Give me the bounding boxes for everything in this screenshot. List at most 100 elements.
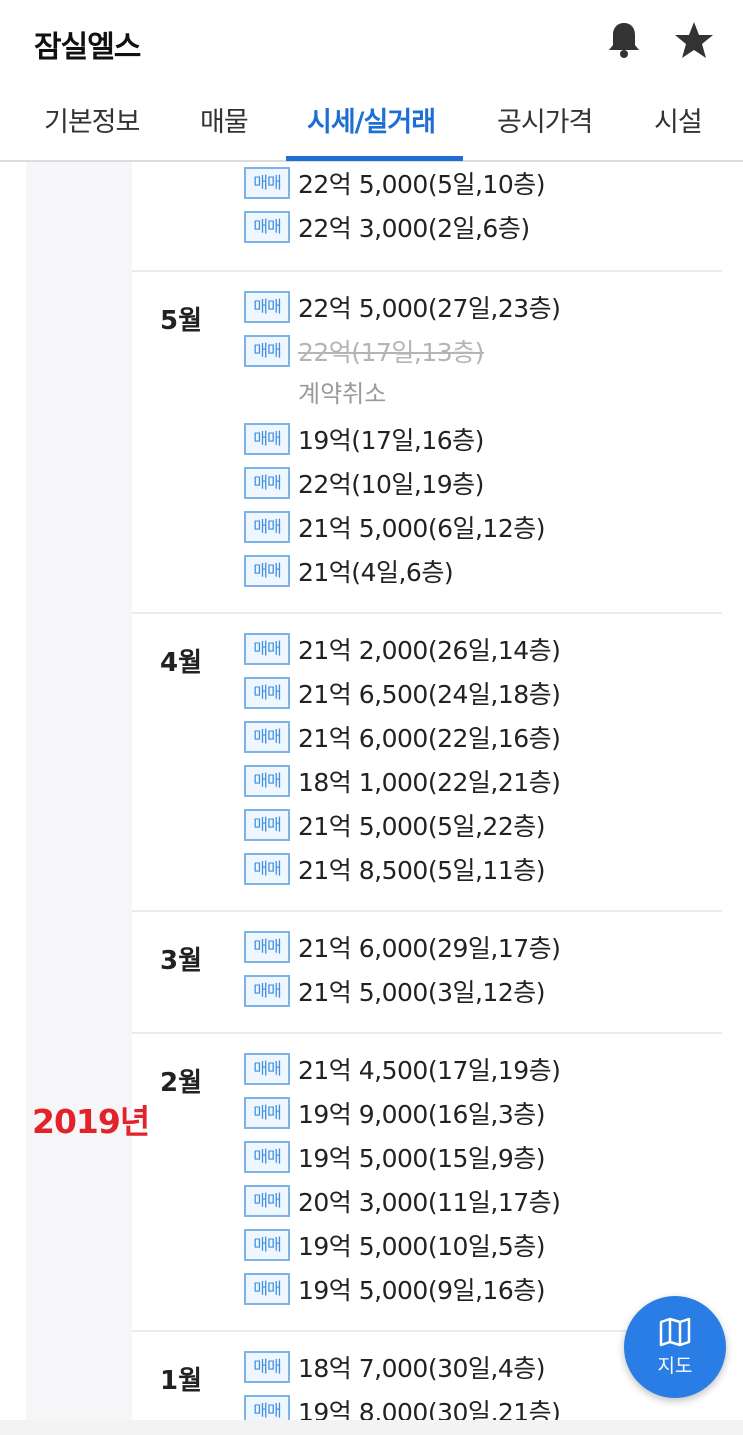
month-label: 3월 [160, 946, 203, 976]
trade-type-badge: 매매 [244, 1351, 290, 1383]
month-divider [132, 1032, 722, 1034]
transaction-row: 매매 19억 5,000(9일,16층) [244, 1272, 546, 1306]
trade-type-badge: 매매 [244, 853, 290, 885]
bottom-bar [0, 1420, 743, 1435]
trade-type-badge: 매매 [244, 555, 290, 587]
month-label: 5월 [160, 306, 203, 336]
month-label: 2월 [160, 1068, 203, 1098]
transaction-price: 19억 9,000(16일,3층) [298, 1100, 546, 1129]
transaction-price: 21억 8,500(5일,11층) [298, 856, 546, 885]
star-icon[interactable] [672, 18, 716, 62]
transaction-row: 매매 22억(10일,19층) [244, 466, 484, 500]
trade-type-badge: 매매 [244, 677, 290, 709]
transaction-price: 21억 6,000(29일,17층) [298, 934, 561, 963]
trade-type-badge: 매매 [244, 1097, 290, 1129]
transaction-row: 매매 19억(17일,16층) [244, 422, 484, 456]
transaction-row: 매매 21억(4일,6층) [244, 554, 454, 588]
transaction-row: 매매 22억 3,000(2일,6층) [244, 210, 530, 244]
tab-bar: 기본정보 매물 시세/실거래 공시가격 시설 [0, 82, 743, 162]
tab-market-price[interactable]: 시세/실거래 [307, 100, 436, 139]
transaction-price: 20억 3,000(11일,17층) [298, 1188, 561, 1217]
transaction-price: 19억 5,000(10일,5층) [298, 1232, 546, 1261]
transaction-price: 22억 5,000(5일,10층) [298, 170, 546, 199]
transaction-row: 매매 18억 1,000(22일,21층) [244, 764, 561, 798]
transaction-price: 19억 5,000(15일,9층) [298, 1144, 546, 1173]
transaction-price: 18억 1,000(22일,21층) [298, 768, 561, 797]
trade-type-badge: 매매 [244, 809, 290, 841]
map-button[interactable]: 지도 [624, 1296, 726, 1398]
tab-facilities[interactable]: 시설 [654, 100, 703, 139]
transaction-price: 21억 6,500(24일,18층) [298, 680, 561, 709]
transaction-price: 19억(17일,16층) [298, 426, 484, 455]
transaction-list: 2019년 매매 22억 5,000(5일,10층) 매매 22억 3,000(2일,… [0, 162, 743, 1420]
month-divider [132, 270, 722, 272]
transaction-row: 매매 19억 5,000(15일,9층) [244, 1140, 546, 1174]
trade-type-badge: 매매 [244, 467, 290, 499]
tab-listings[interactable]: 매물 [200, 100, 249, 139]
bell-icon[interactable] [602, 18, 646, 62]
transaction-price: 22억(17일,13층) [298, 338, 484, 367]
trade-type-badge: 매매 [244, 1273, 290, 1305]
transaction-price: 21억 5,000(3일,12층) [298, 978, 546, 1007]
map-icon [659, 1317, 691, 1346]
month-label: 1월 [160, 1366, 203, 1396]
trade-type-badge: 매매 [244, 975, 290, 1007]
map-button-label: 지도 [657, 1354, 693, 1377]
transaction-price: 21억(4일,6층) [298, 558, 454, 587]
transaction-row: 매매 21억 6,500(24일,18층) [244, 676, 561, 710]
transaction-row: 매매 18억 7,000(30일,4층) [244, 1350, 546, 1384]
month-divider [132, 612, 722, 614]
trade-type-badge: 매매 [244, 721, 290, 753]
transaction-price: 21억 5,000(6일,12층) [298, 514, 546, 543]
app-header: 잠실엘스 [0, 0, 743, 82]
transaction-row: 매매 22억 5,000(5일,10층) [244, 166, 546, 200]
trade-type-badge: 매매 [244, 931, 290, 963]
transaction-row: 매매 21억 5,000(6일,12층) [244, 510, 546, 544]
transaction-price: 19억 8,000(30일,21층) [298, 1398, 561, 1420]
year-label: 2019년 [32, 1102, 150, 1141]
tab-official-price[interactable]: 공시가격 [497, 100, 593, 139]
trade-type-badge: 매매 [244, 765, 290, 797]
transaction-price: 18억 7,000(30일,4층) [298, 1354, 546, 1383]
transaction-row: 매매 19억 5,000(10일,5층) [244, 1228, 546, 1262]
transaction-price: 22억(10일,19층) [298, 470, 484, 499]
transaction-row: 매매 20억 3,000(11일,17층) [244, 1184, 561, 1218]
trade-type-badge: 매매 [244, 211, 290, 243]
trade-type-badge: 매매 [244, 1229, 290, 1261]
trade-type-badge: 매매 [244, 1141, 290, 1173]
transaction-row: 매매 21억 4,500(17일,19층) [244, 1052, 561, 1086]
transaction-row: 매매 19억 8,000(30일,21층) [244, 1394, 561, 1420]
trade-type-badge: 매매 [244, 167, 290, 199]
transaction-row: 매매 21억 6,000(22일,16층) [244, 720, 561, 754]
transaction-price: 21억 5,000(5일,22층) [298, 812, 546, 841]
transaction-price: 22억 3,000(2일,6층) [298, 214, 530, 243]
transaction-price: 21억 2,000(26일,14층) [298, 636, 561, 665]
page-title: 잠실엘스 [34, 30, 141, 65]
active-tab-indicator [286, 156, 463, 161]
trade-type-badge: 매매 [244, 423, 290, 455]
trade-type-badge: 매매 [244, 511, 290, 543]
trade-type-badge: 매매 [244, 633, 290, 665]
transaction-price: 21억 6,000(22일,16층) [298, 724, 561, 753]
transaction-row: 매매 21억 5,000(5일,22층) [244, 808, 546, 842]
transaction-row: 매매 22억(17일,13층) [244, 334, 484, 368]
transaction-row: 매매 22억 5,000(27일,23층) [244, 290, 561, 324]
transaction-row: 매매 21억 8,500(5일,11층) [244, 852, 546, 886]
trade-type-badge: 매매 [244, 1053, 290, 1085]
transaction-price: 19억 5,000(9일,16층) [298, 1276, 546, 1305]
tab-basic-info[interactable]: 기본정보 [44, 100, 140, 139]
transaction-price: 21억 4,500(17일,19층) [298, 1056, 561, 1085]
transaction-row: 매매 21억 6,000(29일,17층) [244, 930, 561, 964]
transaction-row: 매매 19억 9,000(16일,3층) [244, 1096, 546, 1130]
trade-type-badge: 매매 [244, 1395, 290, 1420]
transaction-row: 매매 21억 5,000(3일,12층) [244, 974, 546, 1008]
trade-type-badge: 매매 [244, 335, 290, 367]
month-label: 4월 [160, 648, 203, 678]
year-column [26, 162, 132, 1420]
cancel-note: 계약취소 [298, 380, 387, 408]
transaction-price: 22억 5,000(27일,23층) [298, 294, 561, 323]
transaction-row: 매매 21억 2,000(26일,14층) [244, 632, 561, 666]
trade-type-badge: 매매 [244, 1185, 290, 1217]
trade-type-badge: 매매 [244, 291, 290, 323]
month-divider [132, 910, 722, 912]
